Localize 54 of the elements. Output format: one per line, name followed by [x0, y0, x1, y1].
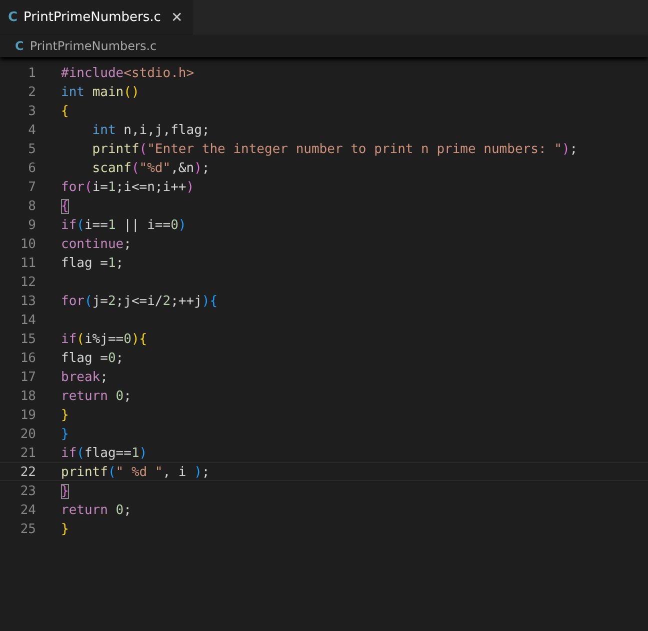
code-line: }: [61, 426, 69, 442]
code-line: flag =1;: [61, 255, 124, 271]
c-file-icon: C: [8, 10, 18, 25]
code-line: {: [61, 103, 69, 119]
code-line: int n,i,j,flag;: [91, 122, 210, 138]
code-line: int main(): [61, 84, 140, 100]
code-line: continue;: [61, 236, 132, 252]
line-number: 18: [19, 388, 36, 404]
code-line: {: [61, 198, 69, 214]
breadcrumb-item[interactable]: PrintPrimeNumbers.c: [30, 39, 157, 53]
code-line: if(i==1 || i==0): [61, 217, 186, 233]
line-number: 14: [19, 312, 36, 328]
editor-tab[interactable]: C PrintPrimeNumbers.c ✕: [0, 0, 193, 35]
line-number: 7: [27, 179, 36, 195]
line-number: 13: [19, 293, 36, 309]
line-number: 20: [19, 426, 36, 442]
code-line: if(flag==1): [61, 445, 148, 461]
code-line: for(i=1;i<=n;i++): [61, 179, 194, 195]
tab-label: PrintPrimeNumbers.c: [24, 10, 161, 25]
close-icon[interactable]: ✕: [170, 10, 183, 26]
line-number: 4: [27, 122, 36, 138]
line-number: 22: [19, 464, 36, 480]
line-number: 16: [19, 350, 36, 366]
code-line: printf(" %d ", i );: [61, 464, 210, 480]
line-number: 21: [19, 445, 36, 461]
line-number: 15: [19, 331, 36, 347]
code-line: for(j=2;j<=i/2;++j){: [61, 293, 218, 309]
line-number: 11: [19, 255, 36, 271]
line-number: 5: [27, 141, 36, 157]
line-number: 9: [27, 217, 36, 233]
line-number: 24: [19, 502, 36, 518]
line-number: 2: [27, 84, 36, 100]
line-number: 23: [19, 483, 36, 499]
code-line: }: [61, 521, 69, 537]
code-line: break;: [61, 369, 108, 385]
code-line: }: [61, 407, 69, 423]
line-number: 6: [27, 160, 36, 176]
line-number: 1: [27, 65, 36, 81]
line-number: 19: [19, 407, 36, 423]
line-number: 12: [19, 274, 36, 290]
code-line: return 0;: [61, 388, 132, 404]
code-line: #include<stdio.h>: [61, 65, 194, 81]
code-line: printf("Enter the integer number to print n prime numbers: ");: [91, 141, 578, 157]
code-line: if(i%j==0){: [61, 331, 148, 347]
code-line: }: [61, 483, 69, 499]
line-number: 3: [27, 103, 36, 119]
line-number: 17: [19, 369, 36, 385]
code-line: scanf("%d",&n);: [91, 160, 210, 176]
code-line: flag =0;: [61, 350, 124, 366]
c-file-icon: C: [15, 39, 24, 53]
line-number: 10: [19, 236, 36, 252]
code-line: return 0;: [61, 502, 132, 518]
line-number: 25: [19, 521, 36, 537]
line-number: 8: [27, 198, 36, 214]
